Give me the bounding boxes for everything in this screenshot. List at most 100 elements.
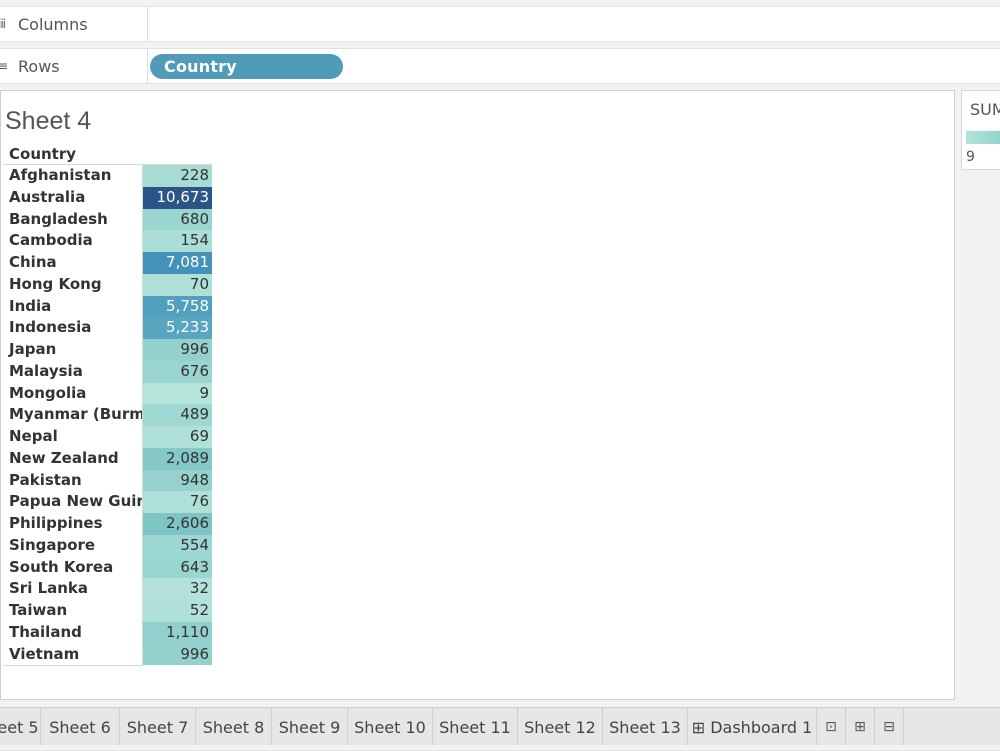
table-row[interactable]: Sri Lanka 32 (3, 578, 212, 600)
value-cell[interactable]: 7,081 (143, 252, 212, 274)
country-pill[interactable]: Country (150, 54, 343, 79)
rows-icon: ≡ (0, 59, 8, 73)
value-cell[interactable]: 32 (143, 578, 212, 600)
value-cell[interactable]: 2,089 (143, 447, 212, 470)
table-row[interactable]: Indonesia 5,233 (3, 317, 212, 339)
legend-color-ramp (966, 131, 1000, 144)
value-cell[interactable]: 996 (143, 643, 212, 666)
sheet-tab[interactable]: Sheet 10 (348, 708, 433, 746)
table-row[interactable]: Japan 996 (3, 339, 212, 361)
country-label[interactable]: Cambodia (3, 230, 143, 252)
value-cell[interactable]: 680 (143, 208, 212, 231)
value-cell[interactable]: 154 (143, 230, 212, 252)
sheet-tab[interactable]: Sheet 7 (120, 708, 196, 746)
table-row[interactable]: Thailand 1,110 (3, 621, 212, 644)
value-cell[interactable]: 9 (143, 382, 212, 405)
table-row[interactable]: Papua New Guin..76 (3, 491, 212, 513)
country-label[interactable]: Hong Kong (3, 273, 143, 296)
new-dashboard-icon[interactable]: ⊞ (846, 708, 875, 746)
country-label[interactable]: Australia (3, 186, 143, 209)
columns-shelf-label: iii Columns (0, 7, 148, 41)
sheet-tab[interactable]: Sheet 13 (603, 708, 688, 746)
sheet-tab[interactable]: Sheet 12 (518, 708, 603, 746)
country-label[interactable]: South Korea (3, 556, 143, 579)
table-row[interactable]: New Zealand 2,089 (3, 447, 212, 470)
table-bottom-border (3, 665, 143, 667)
new-story-icon[interactable]: ⊟ (875, 708, 904, 746)
table-row[interactable]: Mongolia 9 (3, 382, 212, 405)
country-label[interactable]: Sri Lanka (3, 578, 143, 600)
value-cell[interactable]: 554 (143, 534, 212, 557)
table-row[interactable]: India 5,758 (3, 295, 212, 318)
sheet-tab[interactable]: Sheet 6 (41, 708, 120, 746)
country-label[interactable]: Papua New Guin.. (3, 491, 143, 513)
country-label[interactable]: Thailand (3, 621, 143, 644)
table-row[interactable]: Hong Kong 70 (3, 273, 212, 296)
value-cell[interactable]: 70 (143, 273, 212, 296)
country-label[interactable]: Vietnam (3, 643, 143, 666)
table-row[interactable]: Pakistan 948 (3, 469, 212, 492)
country-label[interactable]: Myanmar (Burma) (3, 404, 143, 426)
value-cell[interactable]: 228 (143, 165, 212, 187)
country-label[interactable]: Bangladesh (3, 208, 143, 231)
value-cell[interactable]: 643 (143, 556, 212, 579)
country-label[interactable]: Pakistan (3, 469, 143, 492)
table-row[interactable]: Nepal 69 (3, 426, 212, 448)
country-label[interactable]: Mongolia (3, 382, 143, 405)
value-cell[interactable]: 52 (143, 600, 212, 622)
new-worksheet-icon[interactable]: ⊡ (817, 708, 846, 746)
column-header-country[interactable]: Country (9, 145, 76, 163)
columns-label: Columns (18, 14, 88, 34)
value-cell[interactable]: 76 (143, 491, 212, 513)
table-row[interactable]: Myanmar (Burma)489 (3, 404, 212, 426)
sheet-tab[interactable]: eet 5 (0, 708, 41, 746)
rows-shelf[interactable]: ≡ Rows Country (0, 48, 1000, 84)
value-cell[interactable]: 996 (143, 339, 212, 361)
country-label[interactable]: Singapore (3, 534, 143, 557)
table-row[interactable]: Taiwan 52 (3, 600, 212, 622)
table-row[interactable]: Australia 10,673 (3, 186, 212, 209)
legend-title: SUM (970, 100, 1000, 119)
sheet-tab[interactable]: ⊞ Dashboard 1 (688, 708, 817, 746)
country-label[interactable]: Indonesia (3, 317, 143, 339)
table-row[interactable]: Afghanistan 228 (3, 165, 212, 187)
country-label[interactable]: New Zealand (3, 447, 143, 470)
status-strip (0, 745, 1000, 750)
country-label[interactable]: Philippines (3, 513, 143, 535)
legend-min-label: 9 (966, 149, 975, 165)
sheet-title: Sheet 4 (5, 107, 92, 135)
table-row[interactable]: Philippines 2,606 (3, 513, 212, 535)
columns-icon: iii (0, 17, 6, 31)
sheet-tab[interactable]: Sheet 9 (272, 708, 348, 746)
table-row[interactable]: Vietnam 996 (3, 643, 212, 666)
highlight-table: Afghanistan 228 Australia 10,673 Bangladesh 6… (3, 164, 212, 666)
country-label[interactable]: Japan (3, 339, 143, 361)
value-cell[interactable]: 676 (143, 360, 212, 383)
table-row[interactable]: Malaysia 676 (3, 360, 212, 383)
columns-shelf[interactable]: iii Columns (0, 6, 1000, 42)
country-label[interactable]: Malaysia (3, 360, 143, 383)
table-row[interactable]: China 7,081 (3, 252, 212, 274)
rows-shelf-label: ≡ Rows (0, 49, 148, 83)
value-cell[interactable]: 5,758 (143, 295, 212, 318)
country-label[interactable]: Nepal (3, 426, 143, 448)
table-row[interactable]: South Korea 643 (3, 556, 212, 579)
value-cell[interactable]: 10,673 (143, 186, 212, 209)
country-label[interactable]: Taiwan (3, 600, 143, 622)
value-cell[interactable]: 2,606 (143, 513, 212, 535)
table-row[interactable]: Cambodia 154 (3, 230, 212, 252)
country-label[interactable]: Afghanistan (3, 165, 143, 187)
country-label[interactable]: India (3, 295, 143, 318)
sheet-tab[interactable]: Sheet 8 (196, 708, 272, 746)
value-cell[interactable]: 5,233 (143, 317, 212, 339)
value-cell[interactable]: 489 (143, 404, 212, 426)
value-cell[interactable]: 948 (143, 469, 212, 492)
table-row[interactable]: Singapore 554 (3, 534, 212, 557)
sheet-tab[interactable]: Sheet 11 (433, 708, 518, 746)
value-cell[interactable]: 69 (143, 426, 212, 448)
color-legend[interactable]: SUM 9 (961, 90, 1000, 170)
value-cell[interactable]: 1,110 (143, 621, 212, 644)
table-row[interactable]: Bangladesh 680 (3, 208, 212, 231)
country-label[interactable]: China (3, 252, 143, 274)
worksheet-view: Sheet 4 Country Afghanistan 228 Australia 1… (0, 90, 955, 700)
